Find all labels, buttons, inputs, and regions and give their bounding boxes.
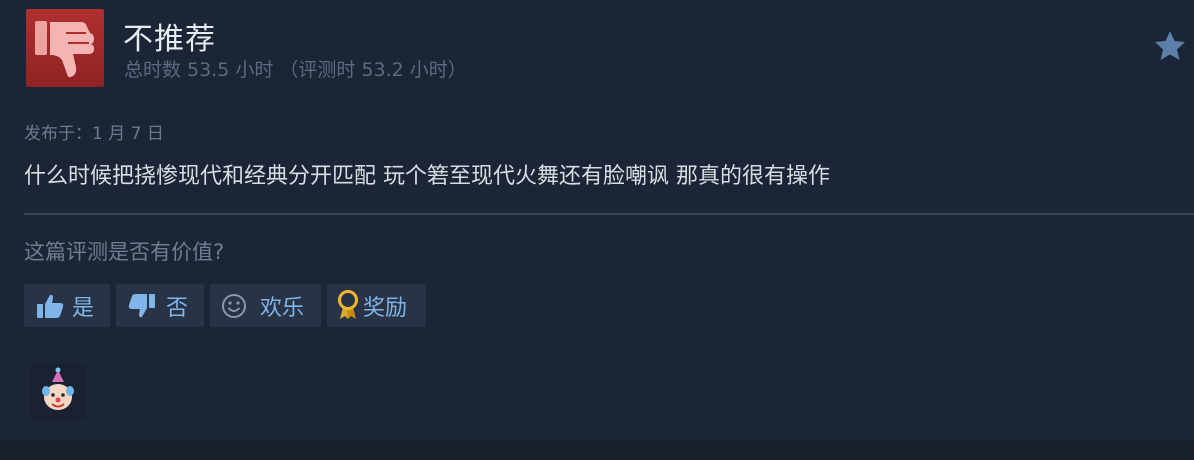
posted-date: 发布于：1 月 7 日 [24, 124, 164, 144]
vote-funny-label: 欢乐 [260, 296, 305, 321]
vote-yes-button[interactable]: 是 [24, 284, 110, 327]
award-label: 奖励 [363, 296, 408, 321]
clown-face-icon [42, 367, 74, 410]
vote-no-label: 否 [166, 296, 189, 321]
vote-funny-button[interactable]: 欢乐 [210, 284, 321, 327]
helpful-question: 这篇评测是否有价值? [24, 240, 225, 264]
vote-no-button[interactable]: 否 [116, 284, 204, 327]
award-ribbon-icon [338, 290, 358, 319]
divider [24, 213, 1194, 215]
review-text: 什么时候把挠惨现代和经典分开匹配 玩个箬至现代火舞还有脸嘲讽 那真的很有操作 [24, 164, 830, 189]
vote-yes-label: 是 [72, 296, 95, 321]
thumbs-down-icon [35, 21, 95, 78]
not-recommended-badge [26, 9, 104, 87]
award-received-badge [30, 364, 86, 420]
review-card: 不推荐 总时数 53.5 小时 （评测时 53.2 小时） 发布于：1 月 7 … [0, 0, 1194, 460]
footer-bar [0, 440, 1194, 460]
star-icon[interactable] [1152, 28, 1188, 64]
smiley-icon [222, 294, 246, 318]
playtime-text: 总时数 53.5 小时 （评测时 53.2 小时） [124, 59, 467, 81]
verdict-title: 不推荐 [123, 22, 216, 57]
thumbs-down-icon [128, 294, 155, 318]
award-button[interactable]: 奖励 [327, 284, 426, 327]
review-header: 不推荐 总时数 53.5 小时 （评测时 53.2 小时） [0, 0, 1194, 100]
thumbs-up-icon [37, 294, 64, 318]
